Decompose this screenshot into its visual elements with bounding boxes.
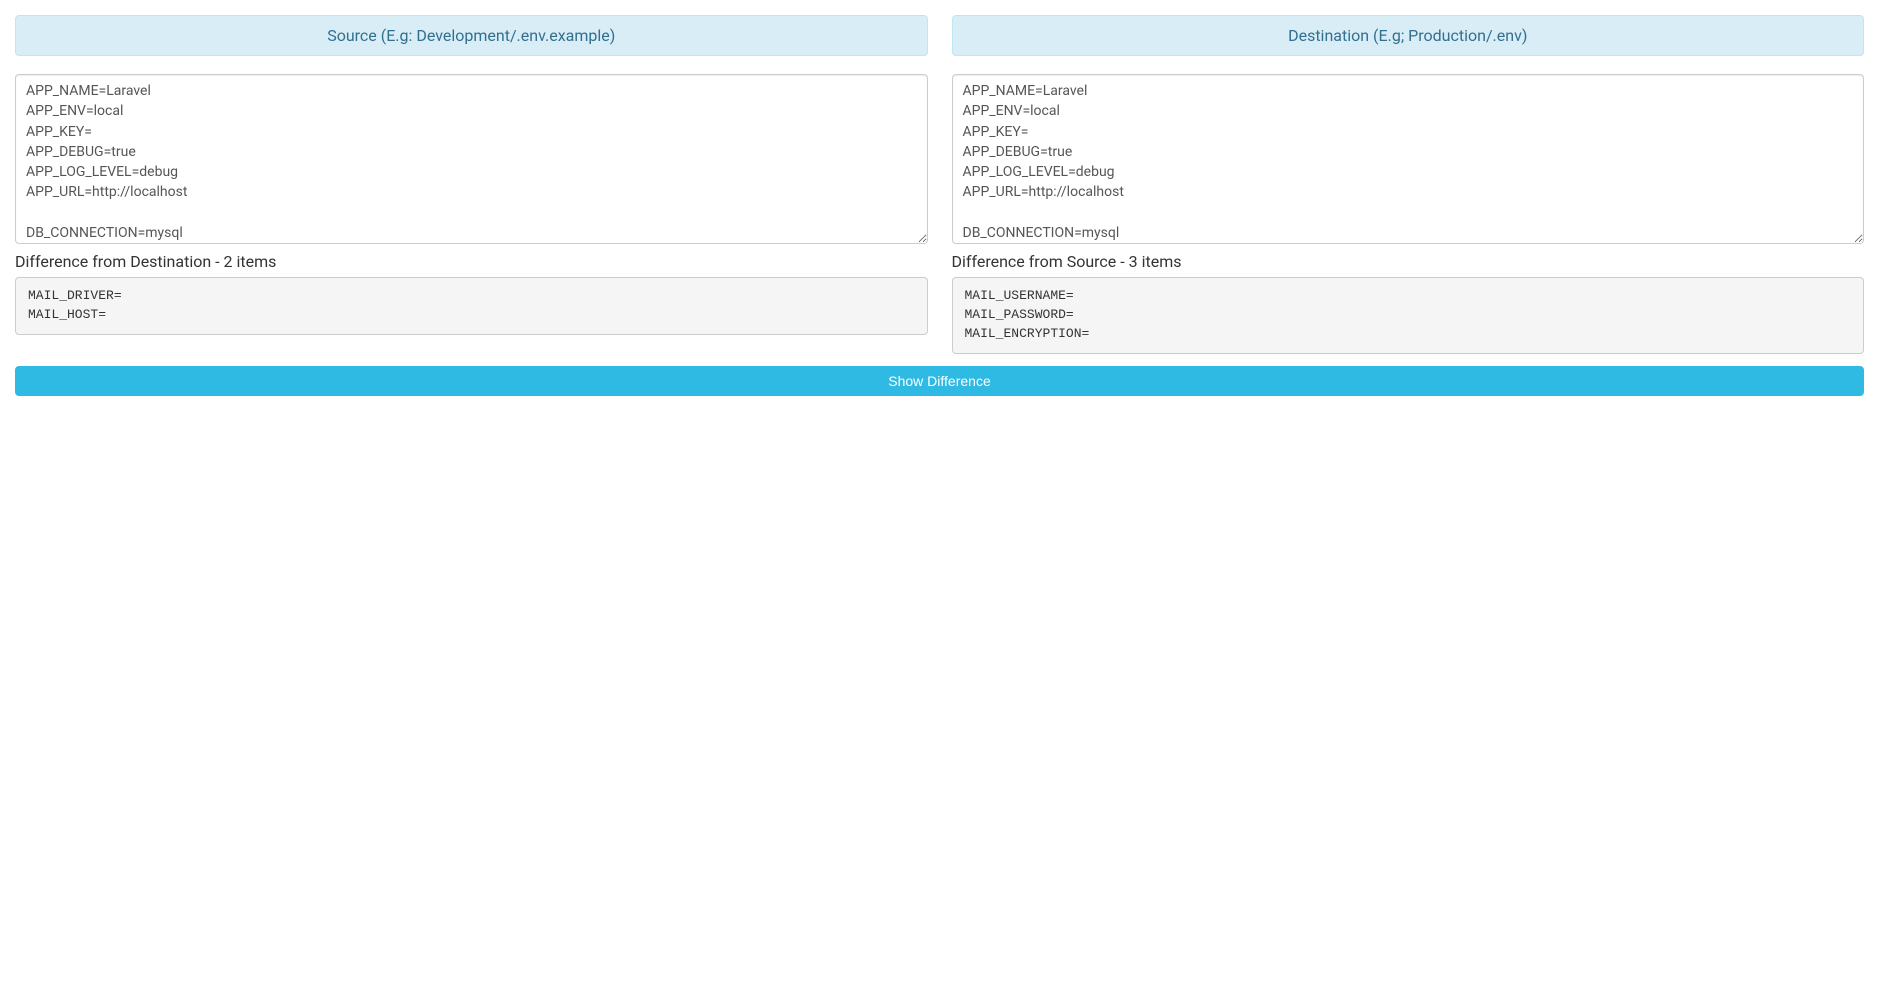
source-diff-label: Difference from Destination - 2 items (15, 252, 928, 271)
source-textarea[interactable] (15, 74, 928, 244)
columns-container: Source (E.g: Development/.env.example) D… (15, 15, 1864, 354)
show-difference-button[interactable]: Show Difference (15, 366, 1864, 396)
destination-diff-output: MAIL_USERNAME= MAIL_PASSWORD= MAIL_ENCRY… (952, 277, 1865, 354)
source-diff-output: MAIL_DRIVER= MAIL_HOST= (15, 277, 928, 335)
source-column: Source (E.g: Development/.env.example) D… (15, 15, 928, 354)
destination-textarea[interactable] (952, 74, 1865, 244)
source-header: Source (E.g: Development/.env.example) (15, 15, 928, 56)
destination-column: Destination (E.g; Production/.env) Diffe… (952, 15, 1865, 354)
destination-header: Destination (E.g; Production/.env) (952, 15, 1865, 56)
button-row: Show Difference (15, 366, 1864, 396)
destination-diff-label: Difference from Source - 3 items (952, 252, 1865, 271)
